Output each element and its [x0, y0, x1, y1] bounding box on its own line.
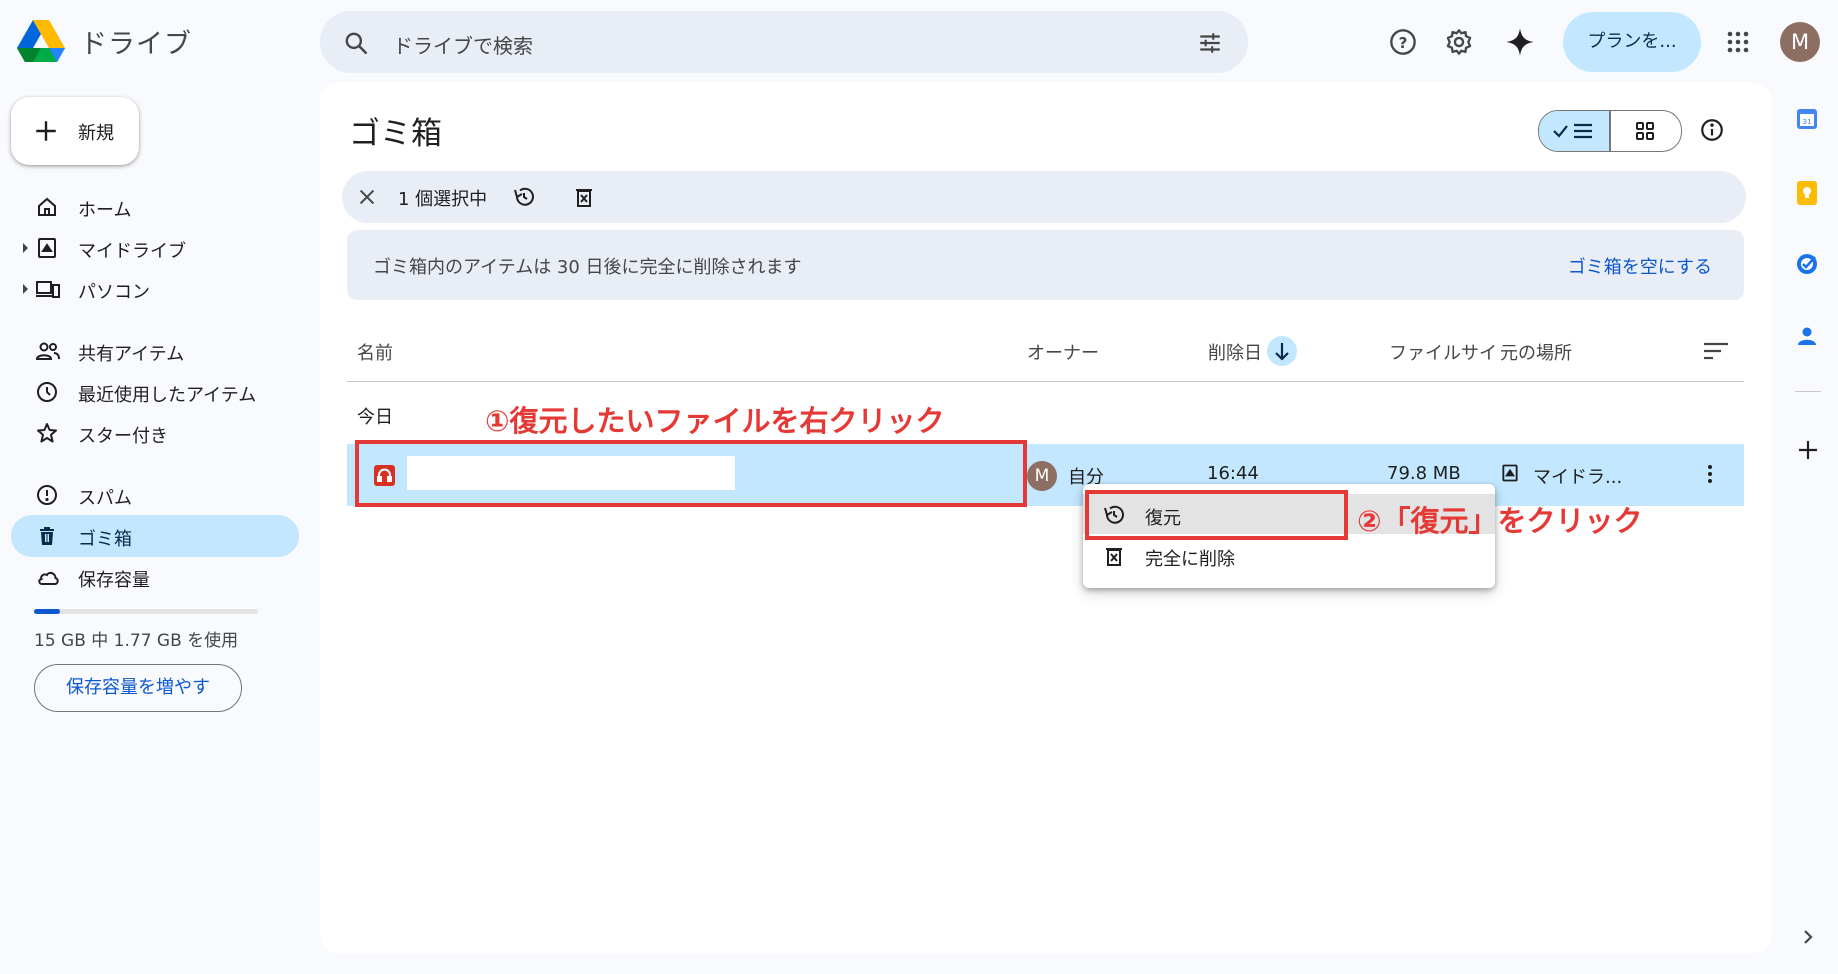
sidebar-item-label: スパム: [78, 488, 132, 509]
sort-options-icon[interactable]: [1703, 340, 1729, 362]
plan-button[interactable]: プランを...: [1563, 12, 1701, 72]
trash-notice-text: ゴミ箱内のアイテムは 30 日後に完全に削除されます: [373, 257, 802, 278]
computers-icon: [35, 277, 61, 301]
search-options-icon[interactable]: [1197, 30, 1223, 56]
help-icon[interactable]: ?: [1389, 28, 1417, 56]
svg-text:31: 31: [1803, 118, 1812, 126]
deleted-date-cell: 16:44: [1207, 463, 1259, 484]
search-bar[interactable]: ドライブで検索: [320, 11, 1248, 73]
my-drive-icon: [35, 236, 59, 260]
sidebar-item-label: パソコン: [78, 282, 150, 303]
storage-usage-text: 15 GB 中 1.77 GB を使用: [34, 631, 239, 651]
delete-forever-icon[interactable]: [572, 185, 596, 209]
column-header-owner[interactable]: オーナー: [1027, 339, 1099, 365]
trash-notice-banner: ゴミ箱内のアイテムは 30 日後に完全に削除されます ゴミ箱を空にする: [347, 230, 1744, 300]
sidebar-item-label: 最近使用したアイテム: [78, 385, 257, 406]
sidebar-item-label: スター付き: [78, 426, 168, 447]
annotation-step1: ①復元したいファイルを右クリック: [485, 404, 945, 438]
delete-forever-icon: [1102, 544, 1126, 568]
owner-avatar: M: [1027, 461, 1057, 491]
apps-grid-icon[interactable]: [1726, 30, 1750, 54]
column-header-location[interactable]: 元の場所: [1500, 339, 1572, 365]
sidebar-item-label: 保存容量: [78, 570, 150, 591]
sidebar-item-shared[interactable]: 共有アイテム: [11, 330, 299, 372]
annotation-highlight-restore: [1085, 490, 1348, 540]
file-size-cell: 79.8 MB: [1387, 463, 1461, 484]
calendar-icon[interactable]: 31: [1795, 107, 1819, 131]
sidebar-item-home[interactable]: ホーム: [11, 186, 299, 228]
app-title[interactable]: ドライブ: [80, 22, 192, 61]
sidebar-item-spam[interactable]: スパム: [11, 474, 299, 516]
details-info-icon[interactable]: [1699, 117, 1725, 143]
sidebar-item-label: 共有アイテム: [78, 344, 185, 365]
sidebar-item-my-drive[interactable]: マイドライブ: [11, 227, 299, 269]
add-addon-plus-icon[interactable]: [1796, 438, 1820, 462]
expand-caret-icon[interactable]: [23, 243, 28, 253]
expand-panel-chevron-icon[interactable]: [1800, 927, 1816, 947]
grid-view-button[interactable]: [1609, 111, 1681, 151]
page-title: ゴミ箱: [349, 116, 442, 152]
cloud-icon: [35, 565, 61, 589]
tasks-icon[interactable]: [1795, 252, 1819, 276]
menu-item-label: 完全に削除: [1145, 549, 1235, 570]
sidebar-item-starred[interactable]: スター付き: [11, 412, 299, 454]
sidebar-item-label: ホーム: [78, 200, 132, 221]
annotation-highlight-row: [355, 440, 1027, 507]
header-divider: [347, 381, 1744, 382]
storage-progress-bar: [34, 609, 258, 614]
trash-icon: [35, 524, 59, 548]
menu-item-delete-forever[interactable]: 完全に削除: [1083, 535, 1495, 575]
search-icon[interactable]: [343, 30, 369, 56]
sort-arrow-down-icon[interactable]: [1267, 336, 1297, 366]
sidebar-item-trash[interactable]: ゴミ箱: [11, 515, 299, 557]
empty-trash-link[interactable]: ゴミ箱を空にする: [1568, 253, 1712, 279]
search-input[interactable]: ドライブで検索: [393, 30, 533, 59]
svg-text:?: ?: [1399, 34, 1408, 52]
account-avatar[interactable]: M: [1780, 22, 1820, 62]
annotation-step2: ②「復元」をクリック: [1357, 504, 1643, 538]
star-icon: [35, 421, 59, 445]
spam-alert-icon: [35, 483, 59, 507]
view-toggle[interactable]: [1538, 110, 1682, 152]
drive-logo-icon[interactable]: [17, 20, 65, 62]
more-options-vertical-icon[interactable]: [1700, 463, 1720, 485]
sidebar-item-computers[interactable]: パソコン: [11, 268, 299, 310]
plus-icon: [33, 118, 59, 144]
get-more-storage-button[interactable]: 保存容量を増やす: [34, 664, 242, 712]
sidebar-item-recent[interactable]: 最近使用したアイテム: [11, 371, 299, 413]
sidebar-item-label: マイドライブ: [78, 241, 186, 262]
storage-progress-fill: [34, 609, 61, 614]
column-header-deleted[interactable]: 削除日: [1208, 339, 1262, 365]
selection-count: 1 個選択中: [398, 189, 488, 210]
gemini-sparkle-icon[interactable]: [1505, 27, 1535, 57]
clock-icon: [35, 380, 59, 404]
rail-divider: [1795, 391, 1821, 392]
contacts-icon[interactable]: [1795, 324, 1819, 348]
my-drive-location-icon: [1500, 463, 1520, 483]
column-header-name[interactable]: 名前: [357, 339, 393, 365]
sidebar-item-label: ゴミ箱: [78, 529, 132, 550]
restore-history-icon[interactable]: [512, 185, 536, 209]
list-view-button[interactable]: [1539, 111, 1609, 151]
selection-toolbar: 1 個選択中: [342, 171, 1746, 223]
new-button[interactable]: 新規: [11, 97, 139, 165]
expand-caret-icon[interactable]: [23, 284, 28, 294]
settings-gear-icon[interactable]: [1445, 28, 1473, 56]
new-button-label: 新規: [78, 123, 114, 144]
home-icon: [35, 195, 59, 219]
column-header-size[interactable]: ファイルサイ: [1389, 339, 1497, 365]
keep-icon[interactable]: [1795, 180, 1819, 206]
clear-selection-close-icon[interactable]: [356, 186, 378, 208]
sidebar-item-storage[interactable]: 保存容量: [11, 556, 299, 598]
location-cell: マイドラ...: [1533, 467, 1623, 488]
group-label-today: 今日: [357, 407, 393, 428]
shared-people-icon: [35, 339, 61, 363]
